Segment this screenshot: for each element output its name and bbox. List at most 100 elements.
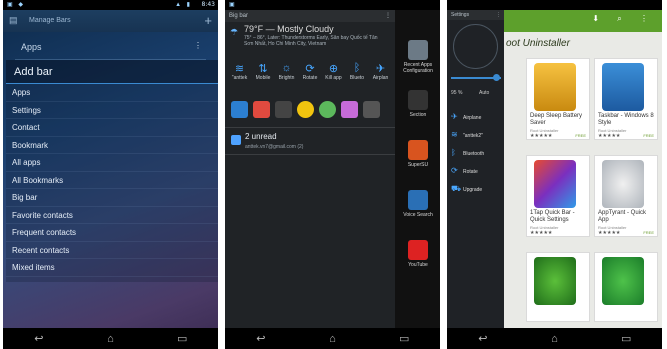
slider-knob[interactable]	[493, 74, 500, 81]
nav-bar: ↩ ⌂ ▭	[447, 328, 662, 349]
mobile-toggle[interactable]: ⇅ Mobile	[253, 62, 274, 81]
weather-widget[interactable]: ☂ 79°F — Mostly Cloudy 75° – 86°, Later:…	[230, 24, 390, 60]
airplane-icon: ✈	[451, 112, 458, 121]
apps-section[interactable]: Apps ⋮	[15, 38, 206, 60]
menu-item[interactable]: Bookmark	[6, 137, 218, 154]
quick-toggles: ≋ "anttek ⇅ Mobile ☼ Brightn ⟳ Rotate ⊕ Kill …	[229, 62, 391, 81]
rotate-item[interactable]: ⟳ Rotate	[447, 162, 504, 180]
umbrella-icon: ☂	[230, 27, 239, 37]
page-title: Manage Bars	[29, 17, 71, 24]
wifi-icon: ≋	[234, 63, 245, 75]
notification-title: 2 unread	[245, 132, 277, 141]
side-app[interactable]: Recent Apps Configuration	[398, 40, 438, 74]
rotate-icon: ⟳	[305, 63, 315, 75]
side-app[interactable]: YouTube	[398, 240, 438, 268]
play-store-icon[interactable]	[363, 101, 380, 118]
notification-icons: ▣ ◆	[7, 2, 25, 8]
crosshair-icon: ⊕	[328, 63, 339, 75]
rating-stars: ★★★★★	[598, 230, 621, 236]
nav-bar: ↩ ⌂ ▭	[225, 328, 440, 349]
app-card[interactable]	[594, 252, 658, 322]
home-button-icon[interactable]: ⌂	[90, 333, 130, 345]
gmail-icon[interactable]	[253, 101, 270, 118]
auto-checkbox[interactable]: Auto	[479, 90, 489, 96]
menu-item[interactable]: Big bar	[6, 189, 218, 207]
menu-item[interactable]: All Bookmarks	[6, 172, 218, 189]
youtube-icon	[408, 240, 428, 260]
store-action-icons[interactable]: ⬇ ⌕ ⋮	[592, 14, 656, 24]
battery-app-icon	[534, 63, 576, 111]
panel-title: Settings	[451, 12, 470, 18]
analog-clock	[453, 24, 498, 69]
app-card[interactable]: AppTyrant - Quick App Root Uninstaller ★…	[594, 155, 658, 237]
hangouts-icon[interactable]	[319, 101, 336, 118]
rotate-toggle[interactable]: ⟳ Rotate	[300, 62, 321, 81]
overflow-menu-icon[interactable]: ⋮	[194, 41, 202, 50]
app-card[interactable]: 1Tap Quick Bar - Quick Settings Root Uni…	[526, 155, 590, 237]
menu-item[interactable]: Favorite contacts	[6, 207, 218, 224]
recents-button-icon[interactable]: ▭	[162, 332, 202, 345]
big-bar-panel: Big bar ⋮ ☂ 79°F — Mostly Cloudy 75° – 8…	[225, 10, 395, 328]
home-button-icon[interactable]: ⌂	[534, 333, 574, 345]
status-bar: ▣	[225, 0, 440, 10]
overflow-menu-icon[interactable]: ⋮	[385, 10, 391, 22]
chrome-icon[interactable]	[297, 101, 314, 118]
menu-item[interactable]: Frequent contacts	[6, 224, 218, 242]
side-app[interactable]: Section	[398, 90, 438, 118]
notification-item[interactable]: 2 unread anttek.vn7@gmail.com (2)	[225, 127, 395, 155]
side-app[interactable]: Voice Search	[398, 190, 438, 218]
rating-stars: ★★★★★	[598, 133, 621, 139]
back-button-icon[interactable]: ↩	[241, 332, 281, 345]
brightness-toggle[interactable]: ☼ Brightn	[276, 62, 297, 81]
app-card[interactable]: Deep Sleep Battery Saver Root Uninstalle…	[526, 58, 590, 140]
upgrade-item[interactable]: ⛟ Upgrade	[447, 180, 504, 198]
panel-header: Big bar ⋮	[225, 10, 395, 22]
status-time: 8:43	[201, 1, 215, 8]
phone-manage-bars: ▣ ◆ ▲ ▮ 8:43 ▤ Manage Bars + Apps ⋮ Add …	[3, 0, 218, 349]
back-button-icon[interactable]: ↩	[463, 332, 503, 345]
weather-temp: 79°F — Mostly Cloudy	[244, 24, 334, 34]
mail-icon	[231, 135, 241, 145]
menu-item[interactable]: Recent contacts	[6, 242, 218, 259]
app-shortcuts	[231, 101, 380, 118]
panel-header: Settings ⋮	[447, 10, 504, 20]
rating-stars: ★★★★★	[530, 133, 553, 139]
menu-item[interactable]: Mixed items	[6, 259, 218, 277]
500px-icon[interactable]	[275, 101, 292, 118]
action-bar: ▤ Manage Bars +	[3, 10, 218, 32]
menu-item[interactable]: All apps	[6, 154, 218, 172]
back-icon[interactable]: ▤	[9, 15, 18, 26]
brightness-icon: ☼	[281, 62, 292, 74]
phone-settings-store: Settings ⋮ 95 % Auto ✈ Airplane ≋ "anttek2…	[447, 0, 662, 349]
home-button-icon[interactable]: ⌂	[312, 333, 352, 345]
add-bar-dialog: Add bar Apps Settings Contact Bookmark A…	[6, 60, 218, 282]
bluetooth-toggle[interactable]: ᛒ Blueto	[347, 62, 368, 81]
apps-heading: Apps	[21, 42, 42, 52]
menu-item[interactable]: Apps	[6, 84, 218, 102]
bluetooth-item[interactable]: ᛒ Bluetooth	[447, 144, 504, 162]
app-shortcut-icon[interactable]	[231, 101, 248, 118]
app-card[interactable]: Taskbar - Windows 8 Style Root Uninstall…	[594, 58, 658, 140]
nav-bar: ↩ ⌂ ▭	[3, 328, 218, 349]
airplane-toggle[interactable]: ✈ Airplan	[370, 62, 391, 81]
airplane-icon: ✈	[375, 63, 386, 75]
back-button-icon[interactable]: ↩	[19, 332, 59, 345]
recents-button-icon[interactable]: ▭	[606, 332, 646, 345]
menu-item[interactable]: Settings	[6, 102, 218, 119]
airplane-item[interactable]: ✈ Airplane	[447, 108, 504, 126]
app-card[interactable]	[526, 252, 590, 322]
status-bar	[447, 0, 662, 10]
add-icon[interactable]: +	[204, 13, 212, 28]
wifi-toggle[interactable]: ≋ "anttek	[229, 62, 250, 81]
wifi-item[interactable]: ≋ "anttek2"	[447, 126, 504, 144]
side-app[interactable]: SuperSU	[398, 140, 438, 168]
menu-item[interactable]: Contact	[6, 119, 218, 137]
cube-app-icon[interactable]	[341, 101, 358, 118]
tools-icon	[408, 40, 428, 60]
bluetooth-icon: ᛒ	[451, 148, 456, 157]
dialog-title: Add bar	[6, 60, 218, 84]
recents-button-icon[interactable]: ▭	[384, 332, 424, 345]
kill-app-toggle[interactable]: ⊕ Kill app	[323, 62, 344, 81]
apptyrant-app-icon	[602, 160, 644, 208]
overflow-menu-icon[interactable]: ⋮	[496, 10, 501, 20]
